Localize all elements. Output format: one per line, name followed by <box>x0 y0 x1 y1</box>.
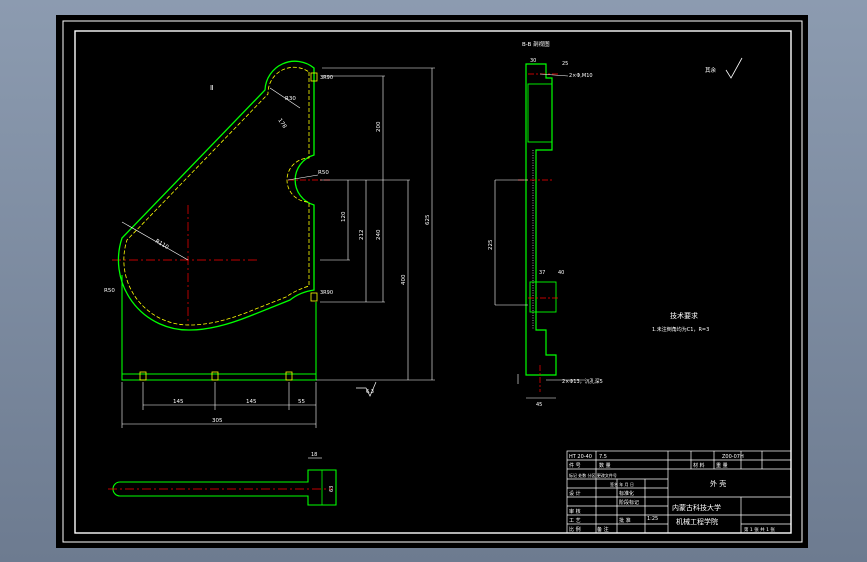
tb-cell-h: 签名 年 月 日 <box>610 481 634 487</box>
dim-145b: 145 <box>246 399 257 405</box>
tb-qty: 7.5 <box>599 454 607 460</box>
dim-625: 625 <box>425 214 431 225</box>
dim-30: 30 <box>530 58 536 64</box>
tb-scale: 1:25 <box>647 516 658 522</box>
tb-cell-e: 比 例 <box>569 526 581 533</box>
tb-cell-g: 标记 处数 分区 更改文件号 <box>569 472 617 478</box>
tech-requirements-title: 技术要求 <box>670 311 698 320</box>
roughness-note-label: 其余 <box>705 66 717 74</box>
tb-drawing-no: Z00-07H <box>722 454 744 460</box>
tb-cell-d: 重 量 <box>716 462 728 469</box>
dim-25: 25 <box>562 61 568 67</box>
tb-cell-m: 批 准 <box>619 517 631 524</box>
dim-bottom-hole: 2×Φ13，沉孔深5 <box>562 378 603 385</box>
cad-drawing-canvas[interactable]: Ⅱ R110 R30 178 R50 R50 3R90 3R90 200 120… <box>0 0 867 562</box>
dim-400: 400 <box>401 274 407 285</box>
tb-cell-n: 阶段标记 <box>619 499 639 506</box>
dim-40: 40 <box>558 270 564 276</box>
dim-200: 200 <box>376 121 382 132</box>
tb-part-name: 外 壳 <box>710 479 726 488</box>
dim-45: 45 <box>536 402 542 408</box>
dim-225: 225 <box>488 239 494 250</box>
dim-lug-bottom: 3R90 <box>320 290 333 296</box>
dim-212: 212 <box>359 230 365 241</box>
dim-240: 240 <box>376 229 382 240</box>
tb-school-2: 机械工程学院 <box>676 517 718 526</box>
tb-cell-b: 数 量 <box>599 462 611 469</box>
dim-120: 120 <box>341 211 347 222</box>
dim-18: 18 <box>311 452 317 458</box>
tb-cell-c: 材 料 <box>693 462 705 469</box>
dim-305: 305 <box>212 418 223 424</box>
tech-requirements-item1: 1.未注倒角均为C1，R=3 <box>652 326 709 333</box>
dim-r50: R50 <box>104 288 115 294</box>
roughness-value: 6.3 <box>366 389 374 395</box>
dim-55: 55 <box>298 399 305 405</box>
dim-2x-m10: 2×Φ,M10 <box>569 73 593 79</box>
dim-145a: 145 <box>173 399 184 405</box>
section-view-label: B-B 剖视图 <box>522 40 550 48</box>
tb-cell-f: 备 注 <box>597 526 609 533</box>
tb-cell-i: 设 计 <box>569 490 581 497</box>
tb-sheet: 第 1 张 共 1 张 <box>744 526 775 533</box>
tb-cell-j: 标准化 <box>619 490 634 497</box>
dim-r30: R30 <box>285 96 296 102</box>
tb-cell-l: 工 艺 <box>569 518 581 524</box>
dim-r50-arc: R50 <box>318 170 329 176</box>
tb-cell-a: 件 号 <box>569 462 581 469</box>
tb-material: HT 20-40 <box>569 454 592 460</box>
tb-school-1: 内蒙古科技大学 <box>672 503 721 512</box>
front-view-label: Ⅱ <box>210 84 213 92</box>
dim-63: 63 <box>329 486 335 492</box>
tb-cell-k: 审 核 <box>569 508 581 515</box>
dim-37: 37 <box>539 270 545 276</box>
